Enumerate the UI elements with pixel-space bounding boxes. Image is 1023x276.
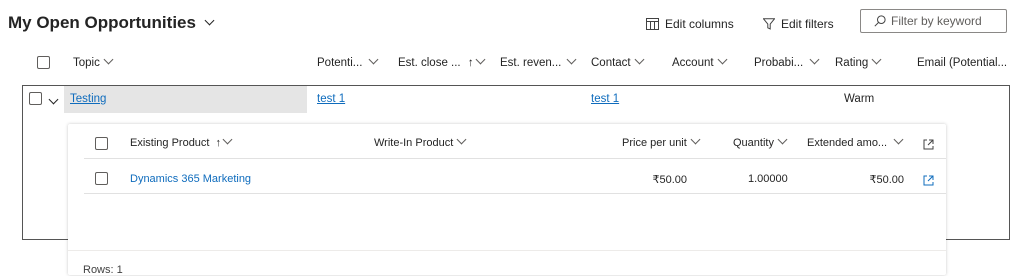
chevron-down-icon: [777, 134, 788, 145]
table-columns-icon: [646, 18, 659, 30]
edit-filters-button[interactable]: Edit filters: [763, 14, 834, 34]
chevron-down-icon: [475, 54, 486, 65]
subgrid-footer-divider: [68, 250, 946, 251]
column-header-email[interactable]: Email (Potential...: [917, 57, 1007, 69]
edit-columns-label: Edit columns: [665, 17, 734, 31]
search-icon: [874, 15, 886, 27]
row-count: Rows: 1: [83, 264, 123, 276]
column-header-account[interactable]: Account: [672, 54, 728, 69]
chevron-down-icon: [222, 134, 233, 145]
contact-link[interactable]: test 1: [591, 93, 619, 105]
select-all-checkbox[interactable]: [37, 56, 50, 69]
column-header-est-close[interactable]: Est. close ... ↑: [398, 54, 486, 69]
product-link[interactable]: Dynamics 365 Marketing: [130, 173, 251, 185]
potential-customer-link[interactable]: test 1: [317, 93, 345, 105]
filter-by-keyword-input[interactable]: Filter by keyword: [860, 9, 1007, 33]
chevron-down-icon: [871, 54, 882, 65]
subgrid-select-all-checkbox[interactable]: [95, 137, 108, 150]
column-header-price-per-unit[interactable]: Price per unit: [622, 134, 701, 149]
column-header-contact[interactable]: Contact: [591, 54, 645, 69]
column-header-topic[interactable]: Topic: [73, 54, 114, 69]
extended-amount-value: ₹50.00: [869, 174, 904, 186]
topic-link[interactable]: Testing: [70, 93, 106, 105]
price-per-unit-value: ₹50.00: [652, 174, 687, 186]
rating-value: Warm: [844, 93, 875, 105]
chevron-down-icon: [103, 54, 114, 65]
sort-ascending-icon: ↑: [215, 137, 222, 149]
chevron-down-icon: [690, 134, 701, 145]
chevron-down-icon: [456, 134, 467, 145]
edit-columns-button[interactable]: Edit columns: [646, 14, 734, 34]
subgrid-row-checkbox[interactable]: [95, 172, 108, 185]
chevron-down-icon: [368, 54, 379, 65]
filter-placeholder: Filter by keyword: [891, 14, 982, 28]
chevron-down-icon: [204, 15, 215, 25]
row-checkbox[interactable]: [29, 92, 42, 105]
quantity-value: 1.00000: [748, 173, 788, 185]
column-header-existing-product[interactable]: Existing Product ↑: [130, 134, 233, 149]
expand-chevron-icon[interactable]: [48, 90, 59, 105]
view-selector[interactable]: My Open Opportunities: [8, 10, 215, 36]
open-in-new-window-icon[interactable]: [923, 137, 934, 155]
chevron-down-icon: [809, 54, 820, 65]
open-record-icon[interactable]: [923, 173, 934, 191]
sort-ascending-icon: ↑: [467, 57, 474, 69]
chevron-down-icon: [634, 54, 645, 65]
subgrid-row-divider: [84, 193, 946, 194]
column-header-est-revenue[interactable]: Est. reven...: [500, 54, 577, 69]
column-header-potential[interactable]: Potenti...: [317, 54, 379, 69]
column-header-rating[interactable]: Rating: [835, 54, 882, 69]
column-header-probability[interactable]: Probabi...: [754, 54, 820, 69]
subgrid-header-divider: [84, 158, 946, 159]
edit-filters-label: Edit filters: [781, 17, 834, 31]
view-title: My Open Opportunities: [8, 13, 196, 32]
column-header-quantity[interactable]: Quantity: [733, 134, 788, 149]
chevron-down-icon: [717, 54, 728, 65]
filter-icon: [763, 18, 775, 30]
column-header-extended-amount[interactable]: Extended amo...: [807, 134, 904, 149]
column-header-write-in-product[interactable]: Write-In Product: [374, 134, 467, 149]
chevron-down-icon: [566, 54, 577, 65]
chevron-down-icon: [893, 134, 904, 145]
